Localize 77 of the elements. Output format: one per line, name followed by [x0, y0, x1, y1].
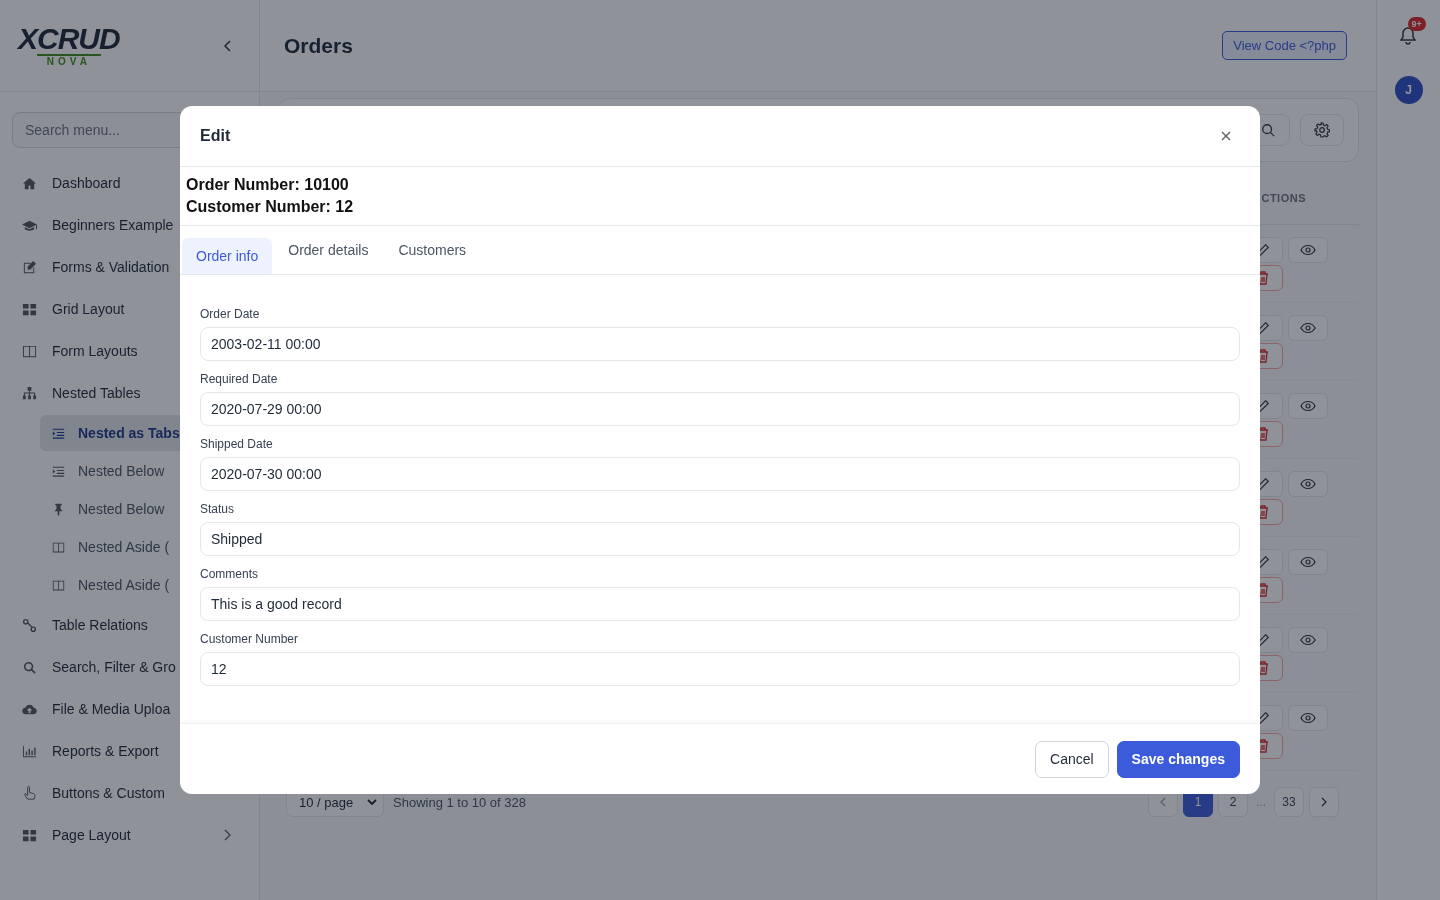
settings-icon	[1314, 122, 1330, 138]
grid-icon	[22, 301, 37, 317]
menu-item[interactable]: Buttons & Custom	[0, 772, 259, 814]
edit-icon	[22, 259, 37, 275]
trash-icon	[1257, 348, 1269, 363]
trash-icon	[1257, 270, 1269, 285]
columns-icon	[52, 578, 65, 592]
input-field[interactable]: Shipped	[200, 522, 1240, 556]
view-button[interactable]	[1288, 626, 1328, 653]
view-button[interactable]	[1288, 392, 1328, 419]
page-title: Orders	[284, 33, 353, 58]
field-label: Customer Number	[200, 632, 300, 646]
input-field[interactable]: 2003-02-11 00:00	[200, 327, 1240, 361]
field-label: Status	[200, 502, 236, 516]
menu-item[interactable]: Reports & Export	[0, 730, 259, 772]
tree-icon	[22, 385, 37, 401]
columns-icon	[22, 343, 37, 359]
settings-button[interactable]	[1300, 114, 1344, 146]
page-ellipsis: ...	[1255, 795, 1267, 809]
close-icon[interactable]	[1221, 131, 1231, 141]
view-button[interactable]	[1288, 314, 1328, 341]
eye-icon	[1300, 243, 1316, 256]
results-summary: Showing 1 to 10 of 328	[393, 794, 526, 810]
user-avatar[interactable]: J	[1394, 76, 1423, 104]
input-field[interactable]: 2020-07-30 00:00	[200, 457, 1240, 491]
search-icon	[1261, 123, 1275, 137]
home-icon	[22, 175, 37, 191]
search-icon	[22, 659, 37, 675]
columns-icon	[52, 540, 65, 554]
cancel-button[interactable]: Cancel	[1035, 740, 1109, 778]
trash-icon	[1257, 504, 1269, 519]
input-field[interactable]: 12	[200, 652, 1240, 686]
grid-icon	[22, 827, 37, 843]
pin-icon	[52, 502, 65, 516]
logo: XCRUD NOVA	[18, 24, 120, 67]
tab[interactable]: Order info	[182, 238, 273, 274]
view-button[interactable]	[1288, 236, 1328, 263]
caret-icon	[367, 798, 377, 806]
hand-icon	[22, 785, 37, 801]
tab[interactable]: Customers	[384, 226, 481, 274]
eye-icon	[1300, 633, 1316, 646]
input-field[interactable]: 2020-07-29 00:00	[200, 392, 1240, 426]
dialog-title: Edit	[200, 127, 231, 145]
trash-icon	[1257, 660, 1269, 675]
trash-icon	[1257, 738, 1269, 753]
chevron-left-icon	[1160, 797, 1166, 807]
tab[interactable]: Order details	[274, 226, 383, 274]
trash-icon	[1257, 426, 1269, 441]
field-label: Comments	[200, 567, 259, 581]
notification-badge: 9+	[1407, 17, 1426, 31]
eye-icon	[1300, 399, 1316, 412]
menu-item[interactable]: Page Layout	[0, 814, 259, 856]
record-info: Order Number: 10100	[186, 175, 350, 195]
view-button[interactable]	[1288, 704, 1328, 731]
link-icon	[22, 617, 37, 633]
save-button[interactable]: Save changes	[1116, 740, 1240, 778]
menu-item[interactable]: File & Media Uploa	[0, 688, 259, 730]
eye-icon	[1300, 711, 1316, 724]
view-button[interactable]	[1288, 470, 1328, 497]
list-icon	[52, 464, 65, 478]
field-label: Order Date	[200, 307, 261, 321]
eye-icon	[1300, 555, 1316, 568]
view-button[interactable]	[1288, 548, 1328, 575]
eye-icon	[1300, 477, 1316, 490]
trash-icon	[1257, 582, 1269, 597]
input-field[interactable]: This is a good record	[200, 587, 1240, 621]
collapse-icon[interactable]	[223, 39, 233, 52]
eye-icon	[1300, 321, 1316, 334]
record-info: Customer Number: 12	[186, 197, 355, 217]
chart-icon	[22, 743, 37, 759]
page-button[interactable]: 33	[1274, 787, 1304, 817]
column-header: CTIONS	[1261, 192, 1306, 204]
chevron-right-icon	[1321, 797, 1327, 807]
field-label: Required Date	[200, 372, 279, 386]
bell-icon[interactable]	[1398, 26, 1417, 46]
view-code-button[interactable]: View Code <?php	[1222, 31, 1347, 60]
list-icon	[52, 426, 65, 440]
